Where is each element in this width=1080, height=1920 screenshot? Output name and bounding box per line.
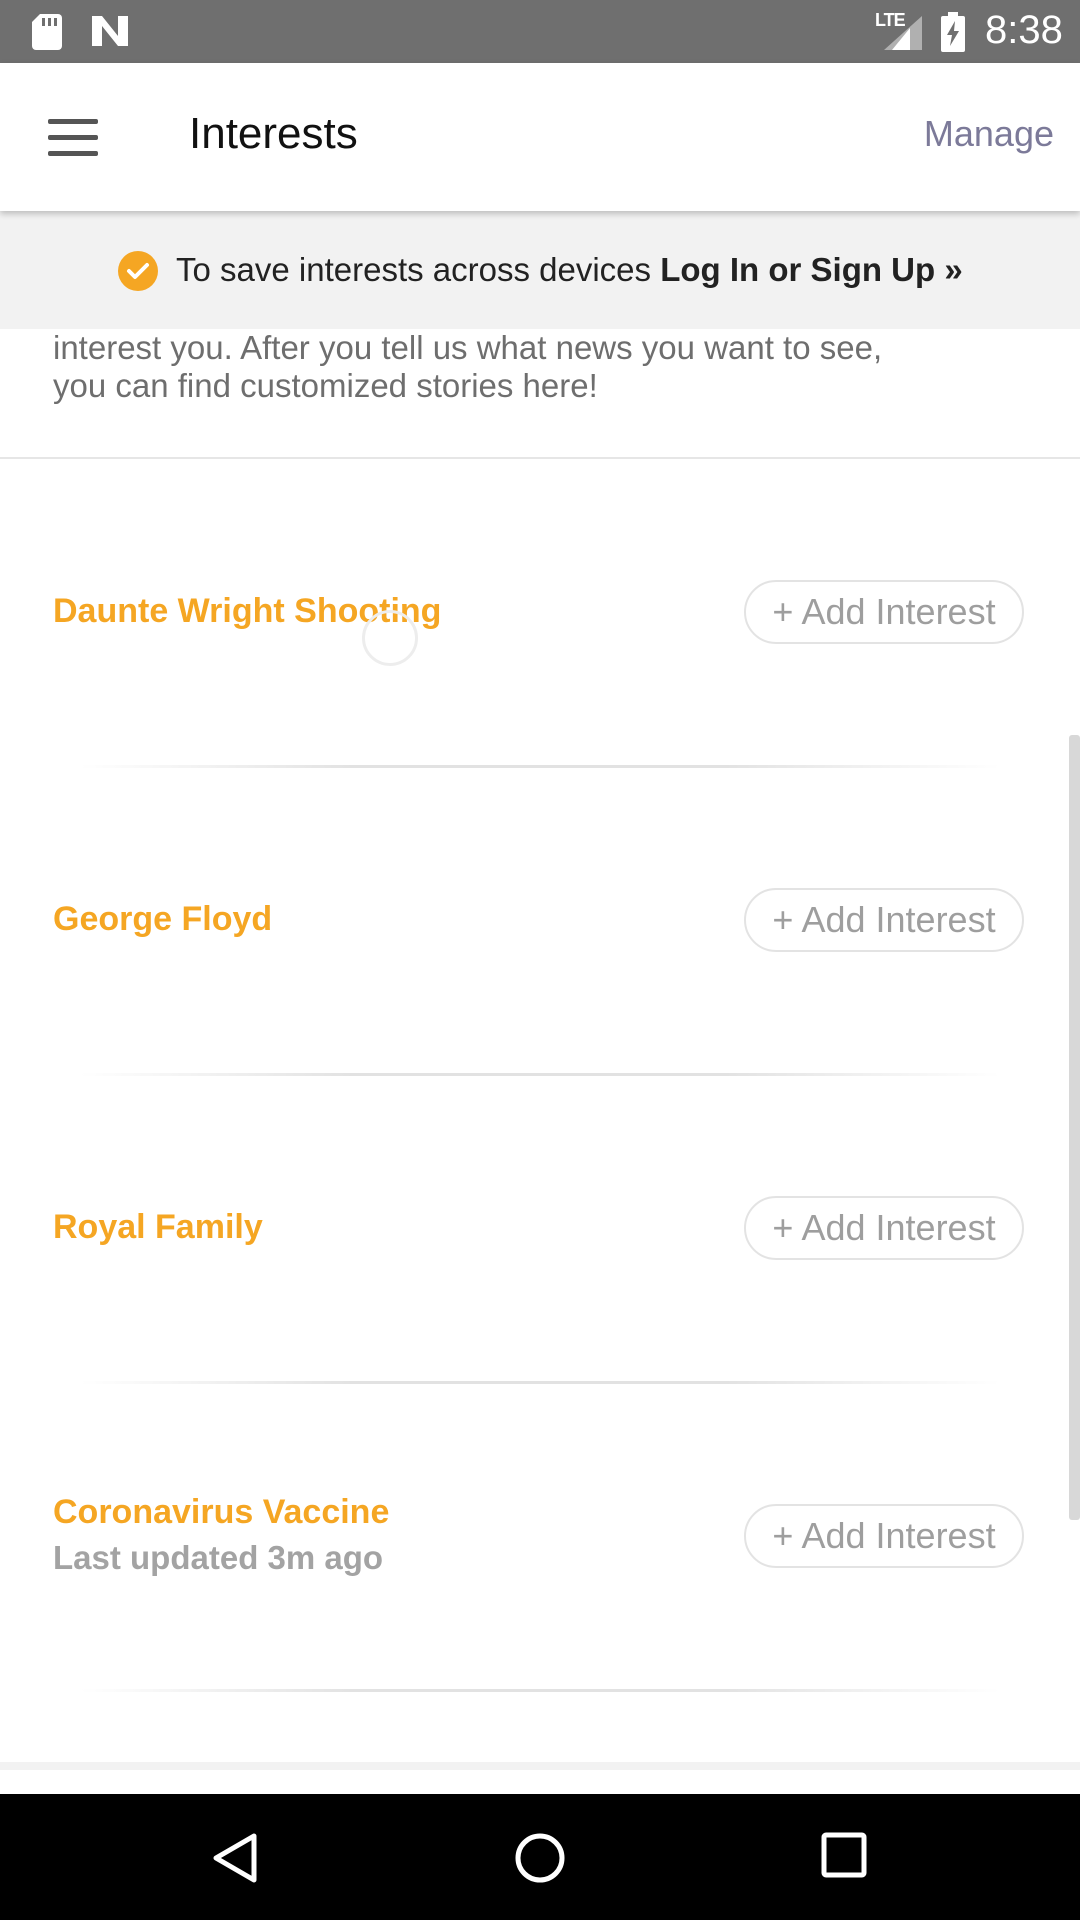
home-circle-icon[interactable] [514,1832,566,1884]
interest-row: Daunte Wright Shooting + Add Interest [0,459,1080,768]
status-bar: LTE 8:38 [0,0,1080,63]
interest-row: George Floyd + Add Interest [0,767,1080,1076]
page-title: Interests [189,109,358,158]
back-triangle-icon[interactable] [210,1832,260,1884]
add-interest-button[interactable]: + Add Interest [744,888,1024,952]
recents-square-icon[interactable] [821,1832,867,1878]
add-interest-button[interactable]: + Add Interest [744,580,1024,644]
navigation-bar [0,1794,1080,1920]
scrollbar[interactable] [1069,735,1080,1520]
login-banner-message: To save interests across devices [176,251,661,288]
check-circle-icon [118,251,158,291]
login-banner-text: To save interests across devices Log In … [176,251,963,289]
lte-signal-icon [884,16,922,50]
sd-card-icon [32,14,62,50]
interest-name[interactable]: Royal Family [53,1208,263,1247]
battery-charging-icon [941,12,965,52]
hamburger-menu-icon[interactable] [36,105,108,169]
intro-text: interest you. After you tell us what new… [53,329,1013,405]
interest-row: Coronavirus Vaccine Last updated 3m ago … [0,1383,1080,1692]
interest-name[interactable]: George Floyd [53,900,272,939]
add-interest-button[interactable]: + Add Interest [744,1196,1024,1260]
app-bar: Interests Manage [0,63,1080,211]
loading-spinner [362,610,418,666]
manage-button[interactable]: Manage [924,113,1054,155]
login-banner: To save interests across devices Log In … [0,211,1080,329]
n-notification-icon [92,16,128,46]
add-interest-button[interactable]: + Add Interest [744,1504,1024,1568]
interest-row: Royal Family + Add Interest [0,1075,1080,1384]
interest-last-updated: Last updated 3m ago [53,1539,384,1576]
interest-name[interactable]: Coronavirus Vaccine [53,1493,389,1532]
login-signup-link[interactable]: Log In or Sign Up » [660,251,962,288]
intro-line: you can find customized stories here! [53,367,598,404]
row-divider [80,1689,1000,1692]
status-clock: 8:38 [985,8,1063,52]
intro-line: interest you. After you tell us what new… [53,329,883,366]
content-bottom-edge [0,1762,1080,1770]
